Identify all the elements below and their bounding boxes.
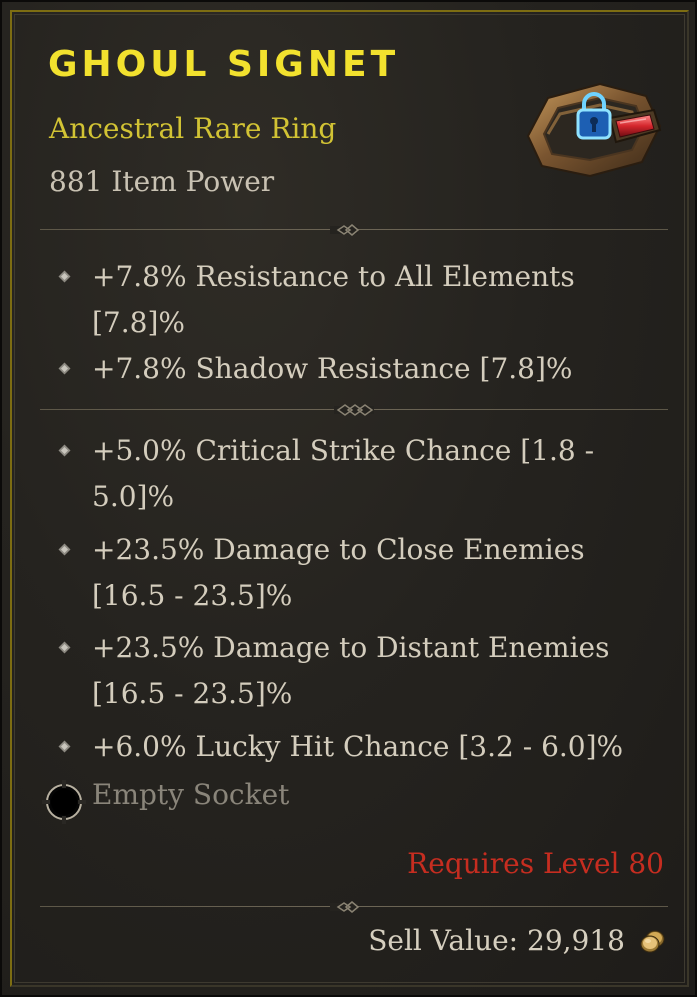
diamond-bullet-icon <box>58 444 71 457</box>
diamond-bullet-icon <box>58 362 71 375</box>
item-power: 881 Item Power <box>49 165 275 198</box>
section-divider <box>40 220 668 240</box>
item-type: Ancestral Rare Ring <box>49 112 337 145</box>
level-requirement: Requires Level 80 <box>407 847 664 880</box>
section-divider <box>40 897 668 917</box>
affix-text: +7.8% Resistance to All Elements [7.8]% <box>92 260 575 339</box>
diamond-bullet-icon <box>58 641 71 654</box>
item-tooltip: GHOUL SIGNET Ancestral Rare Ring 881 Ite… <box>0 0 697 997</box>
section-divider <box>40 400 668 420</box>
socket-label: Empty Socket <box>92 778 290 811</box>
sell-value: Sell Value: 29,918 <box>368 924 625 957</box>
affix-text: +23.5% Damage to Close Enemies [16.5 - 2… <box>92 533 585 612</box>
item-name: GHOUL SIGNET <box>48 44 400 85</box>
affix-text: +7.8% Shadow Resistance [7.8]% <box>92 352 573 385</box>
affix-text: +5.0% Critical Strike Chance [1.8 - 5.0]… <box>92 434 595 513</box>
empty-socket-icon <box>42 780 86 824</box>
ring-icon <box>526 82 662 178</box>
gold-coins-icon <box>640 930 665 953</box>
diamond-bullet-icon <box>58 270 71 283</box>
affix-text: +23.5% Damage to Distant Enemies [16.5 -… <box>92 631 610 710</box>
affix-text: +6.0% Lucky Hit Chance [3.2 - 6.0]% <box>92 730 624 763</box>
diamond-bullet-icon <box>58 740 71 753</box>
diamond-bullet-icon <box>58 543 71 556</box>
